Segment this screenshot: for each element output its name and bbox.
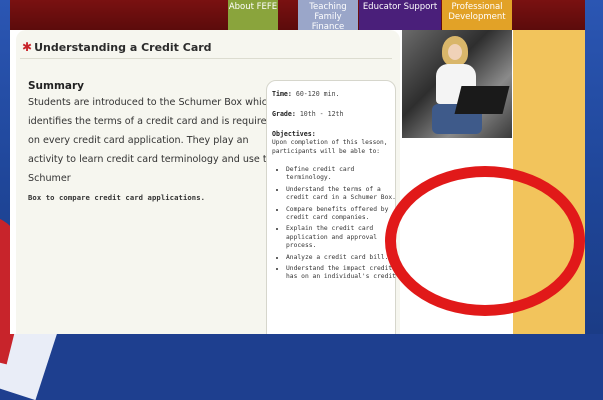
objectives-label: Objectives: [272,130,316,138]
summary-body-tail: Box to compare credit card applications. [28,193,206,202]
summary-text: Students are introduced to the Schumer B… [28,93,280,207]
list-item: Understand the impact credit has on an i… [286,265,402,282]
nav-teaching-family-finance[interactable]: Teaching Family Finance [298,0,358,32]
nav-professional-development[interactable]: Professional Development [442,0,512,30]
grade-row: Grade: 10th - 12th [272,110,343,118]
lesson-title: ✱ Understanding a Credit Card [22,40,212,54]
bullet-star-icon: ✱ [22,40,33,54]
list-item: Define credit card terminology. [286,166,402,183]
annotation-circle [385,166,585,316]
time-row: Time: 60-120 min. [272,90,340,98]
nav-about-fefe[interactable]: About FEFE [228,0,278,30]
list-item: Compare benefits offered by credit card … [286,206,402,223]
time-label: Time: [272,90,292,98]
time-value: 60-120 min. [295,90,340,98]
nav-educator-support[interactable]: Educator Support [359,0,441,30]
lesson-title-text: Understanding a Credit Card [34,41,212,54]
list-item: Analyze a credit card bill. [286,254,402,262]
objectives-intro: Upon completion of this lesson, particip… [272,139,388,155]
summary-body: Students are introduced to the Schumer B… [28,97,279,184]
grade-value: 10th - 12th [299,110,344,118]
student-with-laptop-photo [402,30,512,138]
summary-heading: Summary [28,80,85,92]
list-item: Understand the terms of a credit card in… [286,186,402,203]
web-page: About FEFE Teaching Family Finance Educa… [10,0,585,334]
grade-label: Grade: [272,110,296,118]
title-divider [20,58,392,59]
objectives-list: Define credit card terminology. Understa… [272,166,402,285]
